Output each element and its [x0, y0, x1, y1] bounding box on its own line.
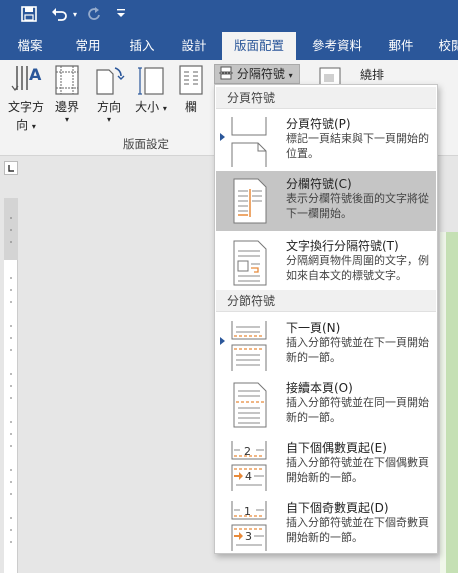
column-break-icon	[233, 178, 267, 224]
text-direction-label-2: 向	[16, 118, 29, 132]
ribbon-tabs: 檔案 常用 插入 設計 版面配置 參考資料 郵件 校閱	[0, 32, 458, 60]
continuous-title: 接續本頁(O)	[286, 381, 353, 395]
next-page-title: 下一頁(N)	[286, 321, 341, 335]
even-page-icon: 2 4	[231, 441, 267, 491]
next-page-desc: 插入分節符號並在下一頁開始新的一節。	[286, 336, 429, 364]
odd-page-bottom-number: 3	[245, 530, 252, 543]
margins-icon	[55, 65, 79, 95]
margins-caret-icon: ▾	[64, 115, 69, 124]
continuous-desc: 插入分節符號並在同一頁開始新的一節。	[286, 396, 429, 424]
text-direction-caret-icon: ▾	[31, 122, 36, 131]
orientation-label: 方向	[96, 100, 121, 114]
page-edge	[440, 232, 458, 573]
odd-page-desc: 插入分節符號並在下個奇數頁開始新的一節。	[286, 516, 429, 544]
page-break-desc: 標記一頁結束與下一頁開始的位置。	[286, 132, 429, 160]
page-setup-group-label: 版面設定	[123, 137, 169, 151]
tab-references[interactable]: 參考資料	[300, 32, 374, 60]
vertical-ruler[interactable]	[4, 198, 18, 573]
menu-item-page-break[interactable]: 分頁符號(P) 標記一頁結束與下一頁開始的位置。	[216, 111, 436, 171]
undo-dropdown-icon[interactable]: ▾	[71, 6, 79, 24]
margins-label: 邊界	[54, 100, 79, 114]
menu-item-even-page[interactable]: 2 4 自下個偶數頁起(E) 插入分節符號並在下個偶數頁開始新的一節。	[216, 435, 436, 495]
breaks-caret-icon: ▾	[288, 71, 293, 80]
breaks-icon	[219, 66, 233, 80]
page-break-title: 分頁符號(P)	[286, 117, 351, 131]
orientation-button[interactable]: 方向 ▾	[90, 64, 128, 124]
size-caret-icon: ▾	[162, 104, 167, 113]
orientation-icon	[96, 67, 125, 95]
even-page-title: 自下個偶數頁起(E)	[286, 441, 387, 455]
redo-icon[interactable]	[86, 6, 102, 26]
size-label: 大小	[135, 100, 160, 114]
menu-item-odd-page[interactable]: 1 3 自下個奇數頁起(D) 插入分節符號並在下個奇數頁開始新的一節。	[216, 495, 436, 555]
even-page-bottom-number: 4	[245, 470, 252, 483]
odd-page-icon: 1 3	[231, 501, 267, 551]
text-wrapping-break-desc: 分隔網頁物件周圍的文字，例如來自本文的標號文字。	[286, 254, 429, 282]
menu-item-column-break[interactable]: 分欄符號(C) 表示分欄符號後面的文字將從下一欄開始。	[216, 171, 436, 231]
breaks-button[interactable]: 分隔符號 ▾	[214, 64, 300, 84]
tab-insert[interactable]: 插入	[116, 32, 168, 60]
text-direction-button[interactable]: A 文字方 向 ▾	[4, 64, 48, 133]
selected-marker-icon	[220, 133, 225, 141]
breaks-label: 分隔符號	[236, 67, 285, 81]
save-icon[interactable]	[20, 6, 38, 26]
orientation-caret-icon: ▾	[106, 115, 111, 124]
page-breaks-header: 分頁符號	[216, 87, 436, 109]
title-bar: ▾	[0, 0, 458, 32]
page-size-icon	[138, 67, 164, 95]
selected-marker-icon	[220, 337, 225, 345]
text-wrapping-break-title: 文字換行分隔符號(T)	[286, 239, 399, 253]
even-page-desc: 插入分節符號並在下個偶數頁開始新的一節。	[286, 456, 429, 484]
tab-stop-selector[interactable]	[4, 161, 18, 175]
continuous-icon	[233, 382, 267, 428]
odd-page-title: 自下個奇數頁起(D)	[286, 501, 389, 515]
margins-button[interactable]: 邊界 ▾	[50, 64, 84, 124]
tab-file[interactable]: 檔案	[4, 32, 56, 60]
columns-button[interactable]: 欄	[176, 64, 206, 115]
text-wrapping-break-icon	[233, 240, 267, 286]
tab-home[interactable]: 常用	[62, 32, 114, 60]
customize-qat-icon[interactable]	[116, 6, 126, 25]
tab-review[interactable]: 校閱	[426, 32, 458, 60]
page-break-icon	[231, 117, 267, 167]
tab-layout[interactable]: 版面配置	[222, 32, 296, 60]
menu-item-next-page[interactable]: 下一頁(N) 插入分節符號並在下一頁開始新的一節。	[216, 315, 436, 375]
tab-mailings[interactable]: 郵件	[378, 32, 424, 60]
text-direction-icon: A	[11, 65, 42, 91]
column-break-desc: 表示分欄符號後面的文字將從下一欄開始。	[286, 192, 429, 220]
next-page-icon	[231, 321, 267, 371]
undo-icon[interactable]	[50, 6, 70, 26]
wrap-text-label[interactable]: 繞排	[360, 66, 384, 83]
menu-item-continuous[interactable]: 接續本頁(O) 插入分節符號並在同一頁開始新的一節。	[216, 375, 436, 435]
text-direction-label-1: 文字方	[7, 100, 44, 114]
columns-icon	[179, 65, 203, 95]
menu-item-text-wrapping-break[interactable]: 文字換行分隔符號(T) 分隔網頁物件周圍的文字，例如來自本文的標號文字。	[216, 233, 436, 293]
tab-design[interactable]: 設計	[168, 32, 220, 60]
size-button[interactable]: 大小 ▾	[134, 64, 168, 115]
breaks-menu: 分頁符號 分頁符號(P) 標記一頁結束與下一頁開始的位置。 分欄符號(C) 表示…	[214, 84, 438, 554]
column-break-title: 分欄符號(C)	[286, 177, 352, 191]
svg-text:A: A	[29, 65, 42, 84]
columns-label: 欄	[184, 100, 197, 114]
section-breaks-header: 分節符號	[216, 290, 436, 312]
